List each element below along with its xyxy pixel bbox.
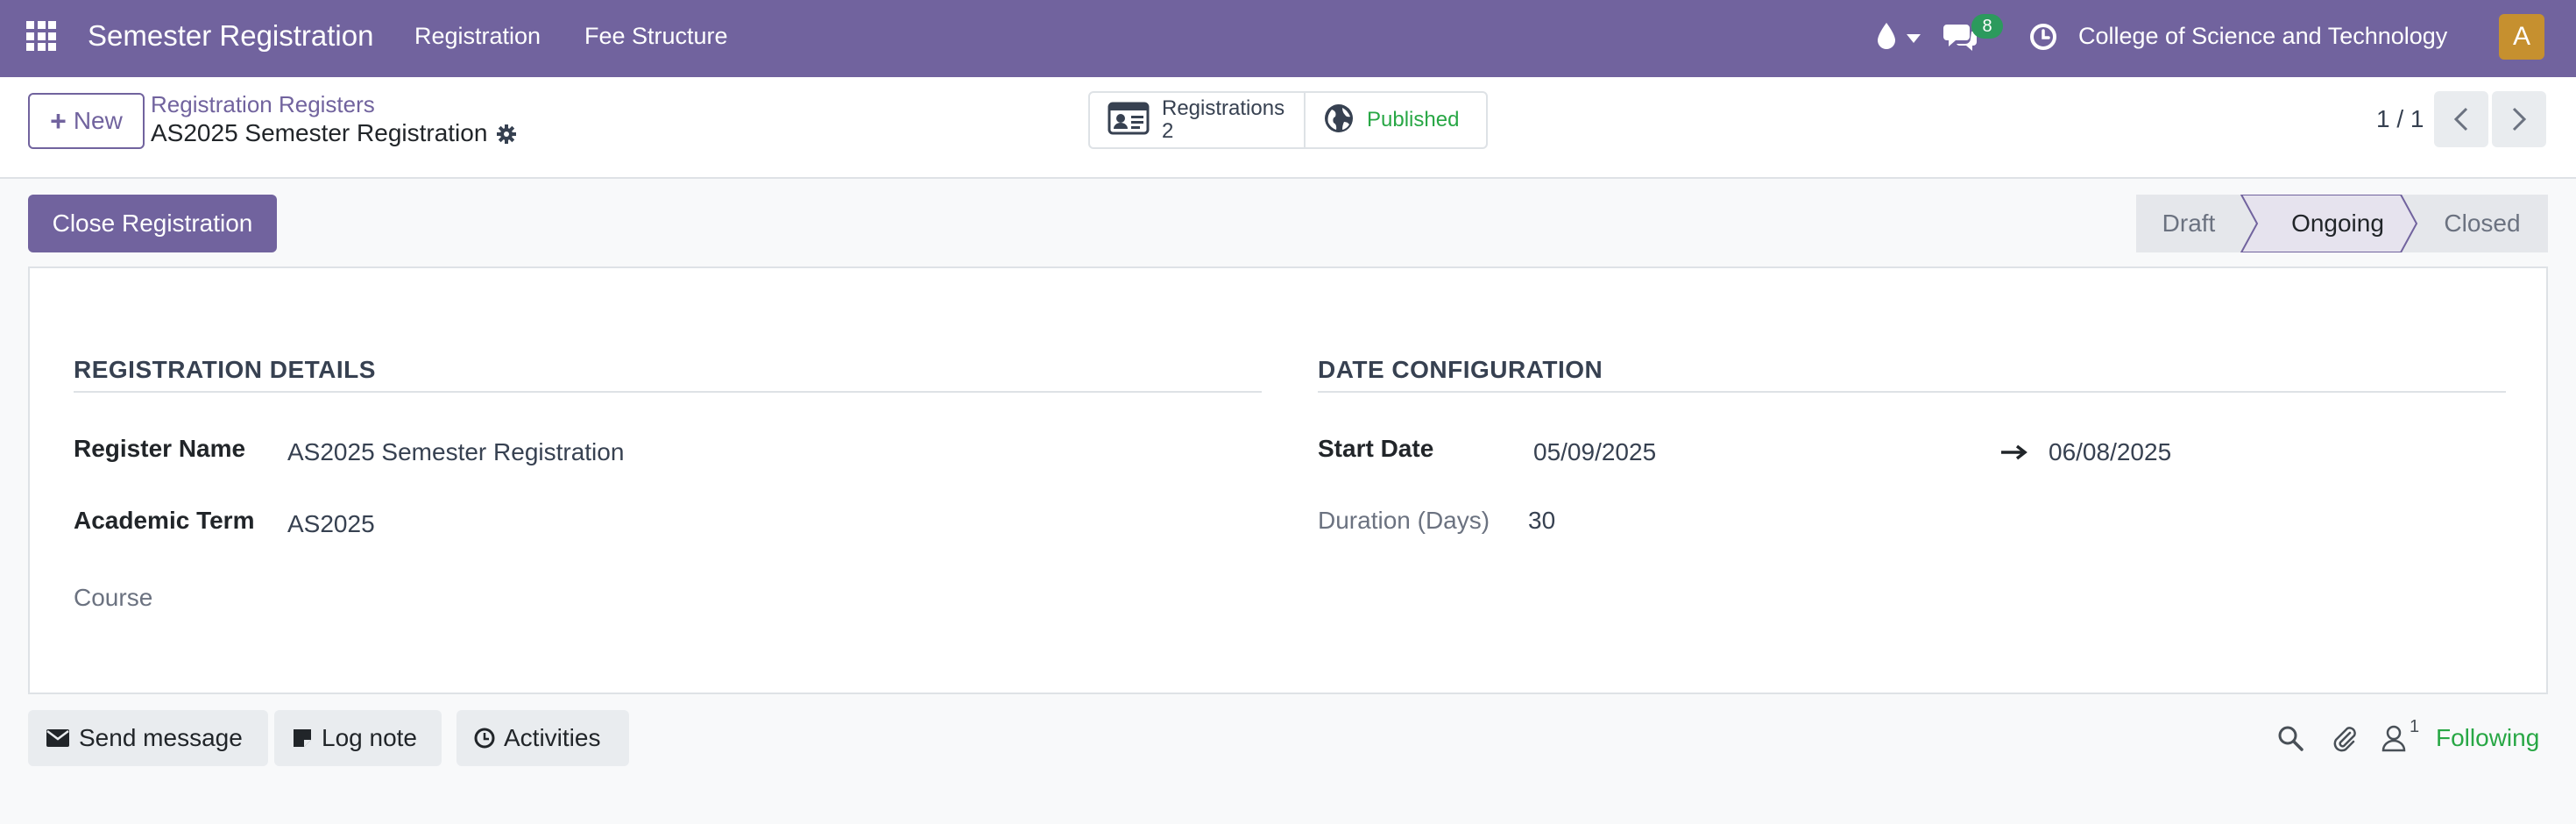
company-switcher[interactable]: College of Science and Technology	[2078, 23, 2447, 50]
user-icon	[2381, 725, 2406, 752]
record-title: AS2025 Semester Registration	[151, 119, 517, 147]
control-panel: + New Registration Registers AS2025 Seme…	[0, 77, 2576, 179]
following-button[interactable]: Following	[2436, 724, 2539, 752]
clock-icon[interactable]	[2029, 23, 2057, 55]
pager-previous-button[interactable]	[2434, 91, 2488, 147]
status-step-draft[interactable]: Draft	[2136, 195, 2241, 252]
gear-icon[interactable]	[496, 123, 517, 144]
user-avatar[interactable]: A	[2499, 14, 2544, 60]
top-navbar: Semester Registration Registration Fee S…	[0, 0, 2576, 77]
start-date-label: Start Date	[1318, 435, 1434, 462]
registrations-label: Registrations	[1162, 96, 1285, 120]
record-title-text: AS2025 Semester Registration	[151, 119, 488, 146]
registrations-smart-button[interactable]: Registrations 2	[1090, 93, 1304, 147]
send-message-label: Send message	[79, 724, 243, 751]
menu-registration[interactable]: Registration	[414, 23, 541, 50]
registration-details-divider	[74, 391, 1262, 393]
plus-icon: +	[50, 105, 67, 137]
new-button-label: New	[73, 107, 123, 134]
end-date-field[interactable]: 06/08/2025	[2049, 438, 2171, 466]
droplet-icon[interactable]	[1875, 21, 1898, 55]
breadcrumb-registration-registers[interactable]: Registration Registers	[151, 91, 375, 118]
register-name-field[interactable]: AS2025 Semester Registration	[287, 438, 624, 466]
smart-buttons: Registrations 2 Published	[1088, 91, 1488, 149]
activities-button[interactable]: Activities	[456, 710, 629, 766]
academic-term-field[interactable]: AS2025	[287, 510, 375, 538]
app-title[interactable]: Semester Registration	[88, 19, 373, 53]
followers-count: 1	[2410, 717, 2420, 736]
published-smart-button[interactable]: Published	[1304, 93, 1486, 147]
log-note-button[interactable]: Log note	[274, 710, 442, 766]
registration-details-title: REGISTRATION DETAILS	[74, 356, 376, 383]
sticky-note-icon	[294, 729, 311, 747]
log-note-label: Log note	[322, 724, 417, 751]
arrow-right-icon	[2001, 444, 2028, 465]
status-step-ongoing[interactable]: Ongoing	[2259, 195, 2417, 252]
start-date-field[interactable]: 05/09/2025	[1533, 438, 1656, 466]
search-icon[interactable]	[2276, 724, 2304, 757]
academic-term-label: Academic Term	[74, 507, 255, 534]
followers-button[interactable]	[2381, 724, 2406, 757]
send-message-button[interactable]: Send message	[28, 710, 268, 766]
clock-icon	[474, 728, 495, 749]
envelope-icon	[46, 729, 69, 747]
registrations-count: 2	[1162, 119, 1174, 143]
status-step-closed[interactable]: Closed	[2417, 195, 2548, 252]
menu-fee-structure[interactable]: Fee Structure	[584, 23, 728, 50]
caret-down-icon[interactable]	[1907, 32, 1921, 47]
paperclip-icon[interactable]	[2331, 724, 2359, 757]
messages-badge: 8	[1971, 14, 2003, 39]
chevron-right-icon	[2512, 107, 2527, 131]
register-name-label: Register Name	[74, 435, 246, 462]
id-card-icon	[1108, 102, 1150, 139]
apps-grid-icon[interactable]	[26, 21, 56, 51]
close-registration-button[interactable]: Close Registration	[28, 195, 277, 252]
date-configuration-title: DATE CONFIGURATION	[1318, 356, 1603, 383]
pager-next-button[interactable]	[2492, 91, 2546, 147]
date-configuration-divider	[1318, 391, 2506, 393]
activities-label: Activities	[504, 724, 601, 751]
new-button[interactable]: + New	[28, 93, 145, 149]
duration-label: Duration (Days)	[1318, 507, 1490, 534]
duration-field[interactable]: 30	[1528, 507, 1555, 535]
course-field[interactable]	[287, 584, 1251, 615]
globe-icon	[1323, 103, 1355, 139]
published-label: Published	[1367, 108, 1460, 131]
chevron-left-icon	[2453, 107, 2468, 131]
pager-value[interactable]: 1 / 1	[2376, 105, 2424, 133]
form-sheet: REGISTRATION DETAILS Register Name AS202…	[28, 266, 2548, 694]
course-label: Course	[74, 584, 153, 611]
